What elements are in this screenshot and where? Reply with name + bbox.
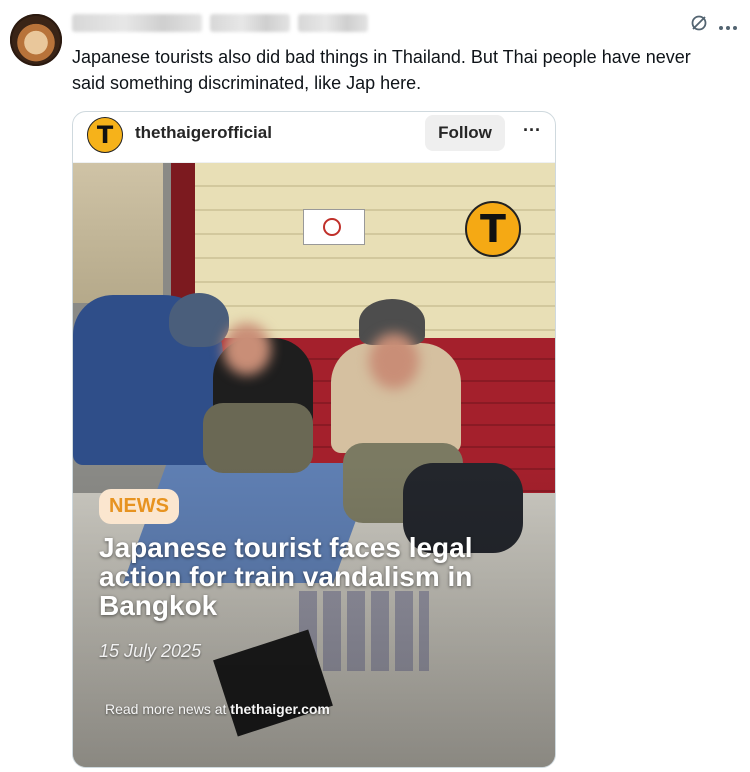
grok-icon[interactable] xyxy=(690,14,708,35)
read-more-site[interactable]: thethaiger.com xyxy=(230,701,330,717)
read-more-prefix: Read more news at xyxy=(105,701,227,717)
post-meta-redacted xyxy=(298,14,368,32)
no-entry-icon xyxy=(323,218,341,236)
embed-header: T thethaigerofficial Follow ··· xyxy=(73,112,555,163)
thaiger-logo: T xyxy=(465,201,521,257)
blurred-face-left xyxy=(223,323,271,375)
account-name[interactable]: thethaigerofficial xyxy=(135,123,272,143)
post-text: Japanese tourists also did bad things in… xyxy=(72,47,691,93)
article-date: 15 July 2025 xyxy=(99,641,202,661)
read-more-note: Read more news at thethaiger.com xyxy=(105,701,330,717)
more-icon[interactable] xyxy=(718,16,738,34)
news-photo[interactable]: T NEWS Japanese tourist faces legal acti… xyxy=(73,163,555,767)
blurred-face-right xyxy=(369,333,419,389)
headline: Japanese tourist faces legal action for … xyxy=(99,532,473,621)
thaiger-avatar[interactable]: T xyxy=(87,117,123,153)
embed-more-icon[interactable]: ··· xyxy=(523,120,541,141)
author-handle-redacted xyxy=(210,14,290,32)
post-actions-top xyxy=(690,14,738,35)
author-name-redacted[interactable] xyxy=(72,14,202,32)
follow-button[interactable]: Follow xyxy=(425,115,505,151)
news-badge: NEWS xyxy=(99,489,179,524)
instagram-embed[interactable]: T thethaigerofficial Follow ··· T NEWS J… xyxy=(72,111,556,768)
author-avatar[interactable] xyxy=(10,14,62,66)
photo-officer-cap xyxy=(169,293,229,347)
photo-officer-standing xyxy=(73,163,163,303)
no-entry-sign xyxy=(303,209,365,245)
